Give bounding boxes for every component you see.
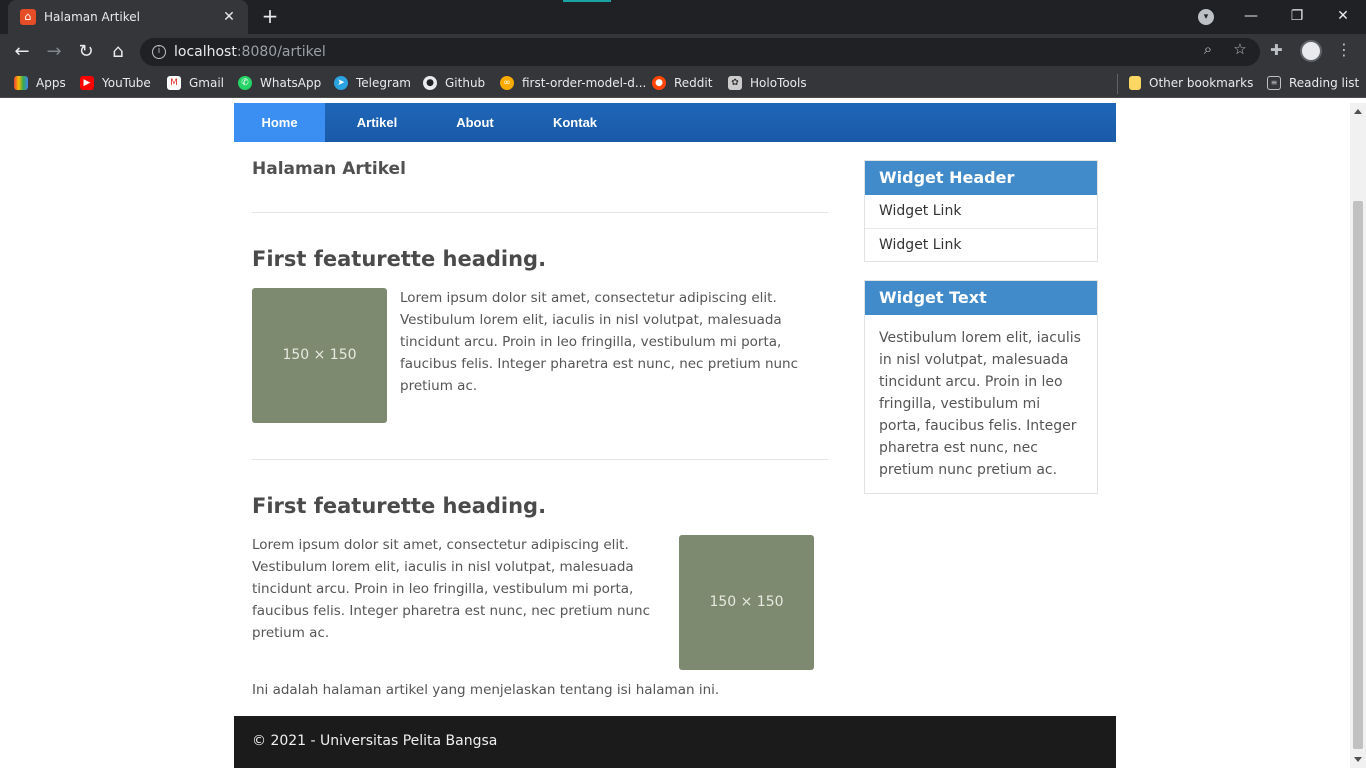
telegram-icon: ➤ [334, 76, 348, 90]
bookmark-label: Reading list [1289, 76, 1360, 90]
bookmark-label: Apps [36, 76, 66, 90]
feature-text: Lorem ipsum dolor sit amet, consectetur … [400, 290, 799, 394]
site-container: Home Artikel About Kontak Halaman Artike… [234, 103, 1116, 768]
tab-title: Halaman Artikel [44, 10, 140, 24]
feature-image-placeholder: 150 × 150 [252, 288, 387, 423]
page-title: Halaman Artikel [252, 159, 406, 179]
window-drag-marker [563, 0, 611, 2]
bookmark-other-folder[interactable]: Other bookmarks [1129, 76, 1253, 90]
feature-text: Lorem ipsum dolor sit amet, consectetur … [252, 537, 651, 641]
url-host: localhost [174, 44, 237, 60]
bookmark-apps[interactable]: Apps [14, 76, 66, 90]
browser-tab-active[interactable]: ⌂ Halaman Artikel ✕ [8, 0, 248, 34]
extensions-puzzle-icon[interactable]: ✚ [1270, 41, 1283, 59]
widget-header: Widget Text [865, 281, 1097, 315]
tab-search-icon[interactable]: ▾ [1198, 9, 1214, 25]
widget-text: Widget Text Vestibulum lorem elit, iacul… [864, 280, 1098, 494]
bookmark-telegram[interactable]: ➤ Telegram [334, 76, 411, 90]
home-icon[interactable]: ⌂ [104, 38, 132, 66]
browser-toolbar: ← → ↻ ⌂ i localhost :8080/artikel ⌕ ☆ [0, 34, 1366, 70]
youtube-icon: ▶ [80, 76, 94, 90]
bookmark-label: Other bookmarks [1149, 76, 1254, 90]
site-favicon-icon: ⌂ [20, 9, 36, 25]
widget-body-text: Vestibulum lorem elit, iaculis in nisl v… [879, 330, 1081, 478]
bookmark-star-icon[interactable]: ☆ [1231, 40, 1249, 58]
browser-menu-icon[interactable]: ⋮ [1336, 40, 1352, 59]
feature-heading: First featurette heading. [252, 494, 547, 518]
feature-heading: First featurette heading. [252, 247, 547, 271]
scroll-down-arrow-icon[interactable] [1354, 757, 1362, 762]
nav-kontak[interactable]: Kontak [538, 103, 612, 142]
bookmark-label: Github [445, 76, 486, 90]
scroll-up-arrow-icon[interactable] [1354, 109, 1362, 114]
reddit-icon: ● [652, 76, 666, 90]
widget-link[interactable]: Widget Link [865, 195, 1097, 228]
reading-list-icon: ≡ [1267, 76, 1281, 90]
holotools-icon: ✿ [728, 76, 742, 90]
site-footer: © 2021 - Universitas Pelita Bangsa [234, 716, 1116, 768]
bookmark-label: first-order-model-d... [522, 76, 647, 90]
new-tab-button[interactable]: + [258, 5, 282, 29]
reload-icon[interactable]: ↻ [72, 38, 100, 66]
divider [252, 212, 828, 213]
bookmark-label: Reddit [674, 76, 713, 90]
gmail-icon: M [167, 76, 181, 90]
bookmark-reddit[interactable]: ● Reddit [652, 76, 712, 90]
widget-links: Widget Header Widget Link Widget Link [864, 160, 1098, 262]
tab-close-icon[interactable]: ✕ [220, 9, 238, 25]
site-info-icon[interactable]: i [152, 45, 166, 59]
browser-tab-strip: ⌂ Halaman Artikel ✕ + ▾ — ❐ ✕ [0, 0, 1366, 34]
nav-about[interactable]: About [439, 103, 511, 142]
url-path: :8080/artikel [236, 44, 326, 60]
whatsapp-icon: ✆ [238, 76, 252, 90]
bookmark-label: Telegram [356, 76, 411, 90]
divider [252, 459, 828, 460]
apps-grid-icon [14, 76, 28, 90]
feature-image-placeholder: 150 × 150 [679, 535, 814, 670]
bookmarks-divider [1117, 74, 1118, 94]
bookmark-gmail[interactable]: M Gmail [167, 76, 224, 90]
bookmark-holotools[interactable]: ✿ HoloTools [728, 76, 807, 90]
article-description: Ini adalah halaman artikel yang menjelas… [252, 682, 720, 698]
widget-link[interactable]: Widget Link [865, 228, 1097, 261]
folder-icon [1129, 76, 1141, 90]
back-arrow-icon[interactable]: ← [8, 38, 36, 66]
scroll-thumb[interactable] [1353, 201, 1363, 749]
colab-icon: ∞ [500, 76, 514, 90]
bookmark-youtube[interactable]: ▶ YouTube [80, 76, 151, 90]
bookmark-label: Gmail [189, 76, 225, 90]
github-icon: ● [423, 76, 437, 90]
page-viewport: Home Artikel About Kontak Halaman Artike… [0, 103, 1350, 768]
close-window-button[interactable]: ✕ [1320, 0, 1366, 34]
zoom-icon[interactable]: ⌕ [1199, 40, 1217, 58]
bookmark-colab[interactable]: ∞ first-order-model-d... [500, 76, 646, 90]
bookmarks-bar: Apps ▶ YouTube M Gmail ✆ WhatsApp ➤ Tele… [0, 70, 1366, 98]
bookmark-github[interactable]: ● Github [423, 76, 485, 90]
bookmark-whatsapp[interactable]: ✆ WhatsApp [238, 76, 321, 90]
page-scrollbar[interactable] [1350, 103, 1366, 768]
main-navbar: Home Artikel About Kontak [234, 103, 1116, 142]
restore-button[interactable]: ❐ [1274, 0, 1320, 34]
bookmark-label: HoloTools [750, 76, 807, 90]
reading-list-button[interactable]: ≡ Reading list [1267, 76, 1359, 90]
nav-home[interactable]: Home [234, 103, 325, 142]
profile-avatar[interactable] [1300, 40, 1322, 62]
forward-arrow-icon[interactable]: → [40, 38, 68, 66]
bookmark-label: WhatsApp [260, 76, 322, 90]
widget-header: Widget Header [865, 161, 1097, 195]
bookmark-label: YouTube [102, 76, 151, 90]
minimize-button[interactable]: — [1228, 0, 1274, 34]
nav-artikel[interactable]: Artikel [339, 103, 415, 142]
address-bar[interactable]: i localhost :8080/artikel [140, 38, 1260, 66]
